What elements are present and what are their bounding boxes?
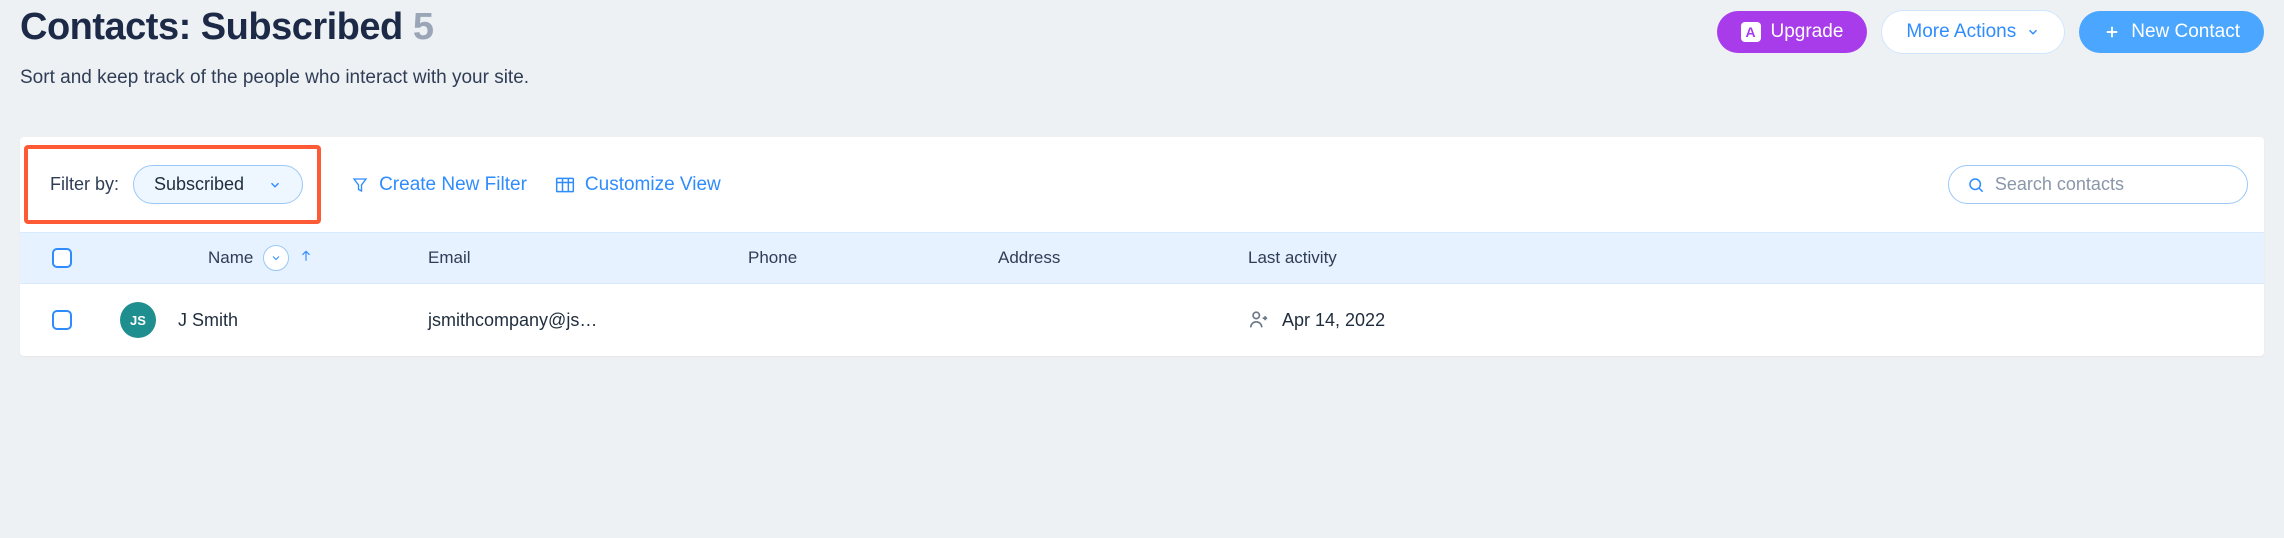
filter-chip[interactable]: Subscribed bbox=[133, 165, 303, 204]
table-header: Name Email Phone Address Last activity bbox=[20, 232, 2264, 284]
sort-direction-asc[interactable] bbox=[299, 248, 313, 268]
create-new-filter-label: Create New Filter bbox=[379, 174, 527, 196]
page-title-filter: Subscribed bbox=[201, 6, 403, 48]
chevron-down-icon bbox=[2026, 25, 2040, 39]
row-last-activity-value: Apr 14, 2022 bbox=[1282, 310, 1385, 331]
select-all-checkbox[interactable] bbox=[52, 248, 72, 268]
upgrade-label: Upgrade bbox=[1771, 21, 1844, 43]
contact-count: 5 bbox=[413, 6, 434, 48]
column-name-label: Name bbox=[208, 248, 253, 268]
filter-by-highlight: Filter by: Subscribed bbox=[24, 145, 321, 224]
table-row[interactable]: JS J Smith jsmithcompany@js… Apr 14, 202… bbox=[20, 284, 2264, 356]
header-actions: A Upgrade More Actions New Contact bbox=[1717, 10, 2265, 54]
row-last-activity: Apr 14, 2022 bbox=[1248, 309, 1568, 331]
select-all-cell bbox=[32, 248, 108, 268]
create-new-filter-button[interactable]: Create New Filter bbox=[349, 170, 529, 200]
chevron-down-icon bbox=[270, 252, 282, 264]
more-actions-label: More Actions bbox=[1906, 21, 2016, 43]
row-select-cell bbox=[32, 310, 108, 330]
more-actions-button[interactable]: More Actions bbox=[1881, 10, 2065, 54]
search-icon bbox=[1967, 175, 1985, 195]
chevron-down-icon bbox=[268, 178, 282, 192]
search-container bbox=[1948, 165, 2248, 204]
columns-icon bbox=[555, 176, 575, 194]
arrow-up-icon bbox=[299, 249, 313, 263]
toolbar-links: Create New Filter Customize View bbox=[349, 170, 723, 200]
customize-view-button[interactable]: Customize View bbox=[553, 170, 723, 200]
filter-chip-value: Subscribed bbox=[154, 174, 244, 195]
column-email[interactable]: Email bbox=[428, 248, 748, 268]
plus-icon bbox=[2103, 23, 2121, 41]
column-name[interactable]: Name bbox=[108, 245, 428, 271]
column-address[interactable]: Address bbox=[998, 248, 1248, 268]
row-email: jsmithcompany@js… bbox=[428, 310, 748, 331]
row-name-cell: JS J Smith bbox=[108, 302, 428, 338]
page-subtitle: Sort and keep track of the people who in… bbox=[20, 67, 529, 89]
activity-person-icon bbox=[1248, 309, 1270, 331]
row-name: J Smith bbox=[178, 310, 238, 331]
ascend-logo-icon: A bbox=[1741, 22, 1761, 42]
upgrade-button[interactable]: A Upgrade bbox=[1717, 11, 1868, 53]
toolbar: Filter by: Subscribed Create New Filter … bbox=[20, 137, 2264, 232]
column-last-activity[interactable]: Last activity bbox=[1248, 248, 1568, 268]
new-contact-button[interactable]: New Contact bbox=[2079, 11, 2264, 53]
search-input[interactable] bbox=[1995, 174, 2229, 195]
filter-by-label: Filter by: bbox=[50, 174, 119, 195]
contacts-panel: Filter by: Subscribed Create New Filter … bbox=[20, 137, 2264, 356]
new-contact-label: New Contact bbox=[2131, 21, 2240, 43]
avatar: JS bbox=[120, 302, 156, 338]
page-title: Contacts: Subscribed 5 bbox=[20, 6, 529, 49]
customize-view-label: Customize View bbox=[585, 174, 721, 196]
filter-icon bbox=[351, 176, 369, 194]
page-title-prefix: Contacts: bbox=[20, 6, 201, 48]
row-checkbox[interactable] bbox=[52, 310, 72, 330]
sort-menu-button[interactable] bbox=[263, 245, 289, 271]
column-phone[interactable]: Phone bbox=[748, 248, 998, 268]
